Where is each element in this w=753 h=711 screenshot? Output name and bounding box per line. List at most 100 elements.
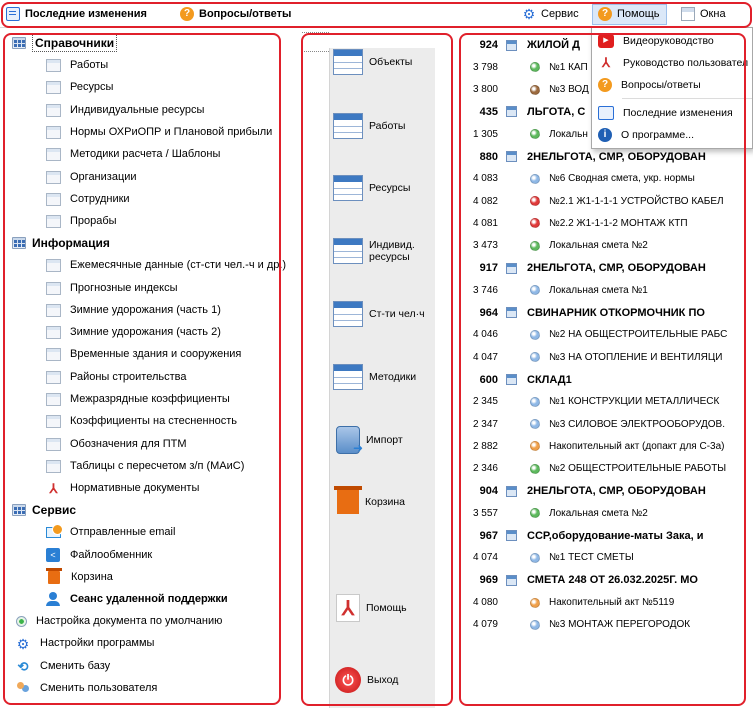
book-icon <box>46 437 61 451</box>
labor-cost-button[interactable]: Ст-ти чел·ч <box>333 294 433 334</box>
nav-item[interactable]: Районы строительства <box>46 367 187 387</box>
estimate-row[interactable]: 4 083 №6 Сводная смета, укр. нормы <box>460 168 743 190</box>
nav-item[interactable]: Обозначения для ПТМ <box>46 434 187 454</box>
menu-item-faq[interactable]: ? Вопросы/ответы <box>592 74 753 96</box>
collapsed-panel-handle[interactable] <box>302 32 329 52</box>
individual-resources-button[interactable]: Индивид. ресурсы <box>333 231 433 271</box>
book-icon <box>46 281 61 295</box>
estimate-row[interactable]: 2 347 №3 СИЛОВОЕ ЭЛЕКТРООБОРУДОВ. <box>460 413 743 435</box>
change-database[interactable]: ⟲ Сменить базу <box>16 656 111 676</box>
nav-item[interactable]: Коэффициенты на стесненность <box>46 411 237 431</box>
gear-icon: ⚙ <box>16 636 30 652</box>
estimate-row[interactable]: 4 082 №2.1 Ж1-1-1-1 УСТРОЙСТВО КАБЕЛ <box>460 190 743 212</box>
row-number: 4 080 <box>472 597 498 608</box>
default-document-settings[interactable]: Настройка документа по умолчанию <box>16 611 222 631</box>
nav-item[interactable]: Прорабы <box>46 211 117 231</box>
estimate-name: №3 ВОД <box>549 84 589 96</box>
resources-button[interactable]: Ресурсы <box>333 168 433 208</box>
support-person-icon <box>46 592 60 606</box>
estimate-row[interactable]: 4 047 №3 НА ОТОПЛЕНИЕ И ВЕНТИЛЯЦИ <box>460 346 743 368</box>
recent-changes-button[interactable]: Последние изменения <box>6 7 147 21</box>
object-group-row[interactable]: 969 СМЕТА 248 ОТ 26.032.2025Г. МО <box>460 569 743 591</box>
object-group-row[interactable]: 967 ССР,оборудование-маты Зака, и <box>460 525 743 547</box>
estimate-row[interactable]: 2 345 №1 КОНСТРУКЦИИ МЕТАЛЛИЧЕСК <box>460 391 743 413</box>
estimate-row[interactable]: 4 079 №3 МОНТАЖ ПЕРЕГОРОДОК <box>460 614 743 636</box>
faq-button[interactable]: ? Вопросы/ответы <box>180 7 291 21</box>
nav-item[interactable]: Зимние удорожания (часть 1) <box>46 300 221 320</box>
program-settings[interactable]: ⚙ Настройки программы <box>16 633 155 653</box>
nav-item[interactable]: Корзина <box>46 567 113 587</box>
estimate-row[interactable]: 2 882 Накопительный акт (допакт для С-3а) <box>460 435 743 457</box>
book-icon <box>46 80 61 94</box>
menu-item-user-guide[interactable]: ⅄ Руководство пользовател <box>592 52 753 74</box>
object-icon <box>506 39 517 51</box>
estimate-row[interactable]: 4 080 Накопительный акт №5119 <box>460 592 743 614</box>
nav-item-remote-support[interactable]: Сеанс удаленной поддержки <box>46 589 228 609</box>
nav-item[interactable]: Отправленные email <box>46 522 175 542</box>
nav-item[interactable]: Временные здания и сооружения <box>46 344 241 364</box>
nav-item[interactable]: Межразрядные коэффициенты <box>46 389 230 409</box>
category-references[interactable]: Справочники <box>12 33 118 53</box>
top-toolbar: Последние изменения ? Вопросы/ответы ⚙ С… <box>0 0 753 28</box>
row-number: 4 074 <box>472 552 498 564</box>
help-button[interactable]: ⅄ Помощь <box>333 588 433 628</box>
nav-item[interactable]: Методики расчета / Шаблоны <box>46 144 220 164</box>
import-button[interactable]: Импорт <box>333 420 433 460</box>
service-menu[interactable]: ⚙ Сервис <box>522 7 579 21</box>
object-group-row[interactable]: 904 2НЕЛЬГОТА, СМР, ОБОРУДОВАН <box>460 480 743 502</box>
estimate-row[interactable]: 2 346 №2 ОБЩЕСТРОИТЕЛЬНЫЕ РАБОТЫ <box>460 458 743 480</box>
estimate-row[interactable]: 3 473 Локальная смета №2 <box>460 235 743 257</box>
row-number: 967 <box>479 529 498 542</box>
status-dot-icon <box>530 619 540 630</box>
row-number: 917 <box>479 262 498 274</box>
book-icon <box>46 58 61 72</box>
menu-item-recent-changes[interactable]: Последние изменения <box>592 102 753 124</box>
status-dot-icon <box>530 129 540 140</box>
category-information[interactable]: Информация <box>12 233 110 253</box>
estimate-row[interactable]: 4 074 №1 ТЕСТ СМЕТЫ <box>460 547 743 569</box>
menu-item-about[interactable]: iО программе... <box>592 124 753 146</box>
nav-item[interactable]: Зимние удорожания (часть 2) <box>46 322 221 342</box>
estimate-name: №2.2 Ж1-1-1-2 МОНТАЖ КТП <box>549 217 688 229</box>
estimate-row[interactable]: 3 557 Локальная смета №2 <box>460 502 743 524</box>
trash-button[interactable]: Корзина <box>333 482 433 522</box>
nav-item[interactable]: Ежемесячные данные (ст-сти чел.-ч и др.) <box>46 255 286 275</box>
nav-item[interactable]: Ресурсы <box>46 77 113 97</box>
nav-item[interactable]: Работы <box>46 55 108 75</box>
nav-item[interactable]: Индивидуальные ресурсы <box>46 100 204 120</box>
object-group-row[interactable]: 600 СКЛАД1 <box>460 369 743 391</box>
folder-icon <box>12 37 26 49</box>
works-button[interactable]: Работы <box>333 106 433 146</box>
nav-item[interactable]: Прогнозные индексы <box>46 278 178 298</box>
nav-item[interactable]: Организации <box>46 167 137 187</box>
database-import-icon <box>336 426 363 455</box>
estimate-name: №1 КАП <box>549 61 588 73</box>
status-dot-icon <box>530 441 540 452</box>
exit-button[interactable]: ⏻ Выход <box>333 660 433 700</box>
object-group-row[interactable]: 964 СВИНАРНИК ОТКОРМОЧНИК ПО <box>460 302 743 324</box>
estimate-name: №3 НА ОТОПЛЕНИЕ И ВЕНТИЛЯЦИ <box>549 351 723 363</box>
windows-menu[interactable]: Окна <box>681 7 726 21</box>
nav-item[interactable]: Нормы ОХРиОПР и Плановой прибыли <box>46 122 272 142</box>
estimate-row[interactable]: 3 746 Локальная смета №1 <box>460 279 743 301</box>
nav-item[interactable]: < Файлообменник <box>46 545 152 565</box>
nav-item[interactable]: ⅄ Нормативные документы <box>46 478 200 498</box>
nav-item[interactable]: Сотрудники <box>46 189 130 209</box>
menu-item-video-guide[interactable]: ▶ Видеоруководство <box>592 30 753 52</box>
estimate-row[interactable]: 4 046 №2 НА ОБЩЕСТРОИТЕЛЬНЫЕ РАБС <box>460 324 743 346</box>
help-menu[interactable]: ? Помощь <box>598 7 660 21</box>
nav-item[interactable]: Таблицы с пересчетом з/п (МАиС) <box>46 456 244 476</box>
category-service[interactable]: Сервис <box>12 500 76 520</box>
object-group-row[interactable]: 917 2НЕЛЬГОТА, СМР, ОБОРУДОВАН <box>460 257 743 279</box>
video-icon: ▶ <box>598 34 614 48</box>
estimate-row[interactable]: 4 081 №2.2 Ж1-1-1-2 МОНТАЖ КТП <box>460 212 743 234</box>
methods-button[interactable]: Методики <box>333 357 433 397</box>
trash-icon <box>46 567 62 584</box>
objects-button[interactable]: Объекты <box>333 42 433 82</box>
change-user[interactable]: Сменить пользователя <box>16 678 157 698</box>
book-icon <box>46 192 61 206</box>
row-number: 4 047 <box>472 351 498 363</box>
chat-icon <box>598 106 614 120</box>
status-dot-icon <box>530 240 540 251</box>
row-number: 2 346 <box>472 463 498 475</box>
